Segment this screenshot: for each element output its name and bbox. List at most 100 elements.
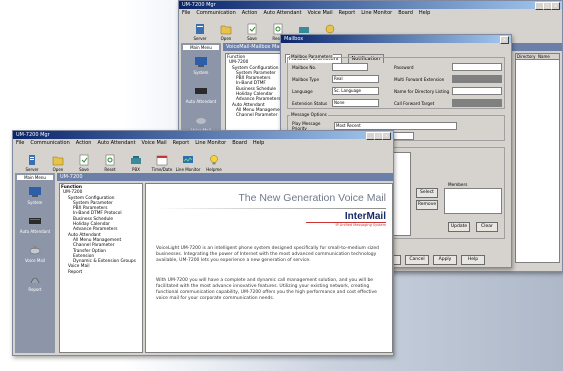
menu-help[interactable]: Help (253, 140, 264, 146)
tb-time-date-button[interactable]: Time/Date (149, 154, 175, 172)
extension-status-label: Extension Status (292, 100, 328, 106)
front-window-title-bar: UM-7200 Mgr _ □ × (13, 131, 393, 140)
front-app-window: UM-7200 Mgr _ □ × File Communication Actio… (12, 130, 394, 356)
back-menu-help[interactable]: Help (419, 10, 430, 16)
back-tb-save[interactable]: Save (239, 23, 265, 41)
intermail-logo: InterMail IP-Unified Messaging System (306, 211, 386, 227)
back-side-auto-attendant[interactable]: Auto Attendant (181, 85, 221, 104)
line-monitor-icon (183, 156, 193, 163)
tb-reset-button[interactable]: Reset (97, 154, 123, 172)
menu-line-monitor[interactable]: Line Monitor (195, 140, 226, 146)
tb-save-label: Save (79, 167, 89, 172)
help-button[interactable]: Help (461, 255, 485, 265)
message-options-label: Message Options (290, 112, 328, 117)
tb-save-button[interactable]: Save (71, 154, 97, 172)
back-menu-bar: File Communication Action Auto Attendant Voi… (179, 9, 562, 17)
tb-helpme-button[interactable]: Helpme (201, 154, 227, 172)
tb-line-monitor-button[interactable]: Line Monitor (175, 154, 201, 172)
language-select[interactable]: Sc. Language (332, 87, 379, 95)
back-col-name[interactable]: Name (538, 54, 559, 59)
banner-divider (154, 208, 386, 209)
back-tree-item[interactable]: Advance Parameters (227, 97, 283, 102)
menu-auto-attendant[interactable]: Auto Attendant (97, 140, 135, 146)
cancel-button[interactable]: Cancel (405, 255, 429, 265)
mailbox-no-field[interactable] (332, 63, 368, 71)
multi-forward-label: Multi Forward Extension (394, 76, 445, 82)
intermail-logo-sub: IP-Unified Messaging System (335, 223, 386, 227)
menu-report[interactable]: Report (173, 140, 190, 146)
tb-pbx-button[interactable]: PBX (123, 154, 149, 172)
back-side-system[interactable]: System (181, 56, 221, 75)
time-date-icon (156, 155, 168, 166)
password-field[interactable] (452, 63, 502, 71)
side-report-button[interactable]: Report (15, 273, 55, 292)
back-menu-board[interactable]: Board (398, 10, 413, 16)
banner-title: The New Generation Voice Mail (238, 192, 386, 204)
front-function-tree[interactable]: Function UM-7200 System Configuration Syst… (59, 183, 143, 353)
report-icon (30, 277, 40, 284)
call-forward-field[interactable] (452, 99, 502, 107)
front-menu-bar: File Communication Action Auto Attendant Voi… (13, 139, 393, 147)
open-icon (52, 156, 64, 166)
front-side-menu-header: Main Menu (17, 175, 53, 180)
system-icon (195, 57, 207, 67)
multi-forward-field[interactable] (452, 75, 502, 83)
back-menu-auto-attendant[interactable]: Auto Attendant (263, 10, 301, 16)
front-close-button[interactable]: × (382, 132, 391, 140)
side-system-button[interactable]: System (15, 186, 55, 205)
remove-button[interactable]: Remove (416, 200, 438, 210)
members-list[interactable] (444, 188, 502, 214)
side-voice-mail-label: Voice Mail (24, 258, 46, 263)
play-message-priority-select[interactable]: Most Recent (334, 122, 457, 130)
back-col-directory[interactable]: Directory (516, 54, 538, 59)
back-menu-communication[interactable]: Communication (196, 10, 235, 16)
back-function-tree[interactable]: Function UM-7200 System Configuration Sy… (225, 53, 285, 133)
front-toolbar: Server Open Save Reset PBX Time/Date Lin… (13, 147, 393, 175)
side-system-label: System (27, 200, 43, 205)
mailbox-dialog-title-bar: Mailbox × (281, 35, 511, 44)
side-auto-attendant-label: Auto Attendant (19, 229, 51, 234)
clear-button[interactable]: Clear (476, 222, 498, 232)
back-tree-item[interactable]: Channel Parameter (227, 113, 283, 118)
mailbox-type-select[interactable]: Real (332, 75, 379, 83)
back-side-system-label: System (193, 70, 209, 75)
tb-pbx-label: PBX (132, 167, 140, 172)
back-close-button[interactable]: × (551, 2, 560, 10)
mailbox-type-label: Mailbox Type (292, 76, 320, 82)
front-header-strip: UM-7200 (57, 173, 393, 181)
tb-server-button[interactable]: Server (19, 154, 45, 172)
back-menu-report[interactable]: Report (339, 10, 356, 16)
menu-voice-mail[interactable]: Voice Mail (142, 140, 167, 146)
menu-action[interactable]: Action (76, 140, 92, 146)
menu-file[interactable]: File (16, 140, 24, 146)
tb-reset-label: Reset (104, 167, 116, 172)
tb-open-button[interactable]: Open (45, 154, 71, 172)
tree-item[interactable]: Report (61, 270, 141, 275)
menu-board[interactable]: Board (232, 140, 247, 146)
tb-helpme-label: Helpme (206, 167, 222, 172)
back-tb-server[interactable]: Server (187, 23, 213, 41)
side-voice-mail-button[interactable]: Voice Mail (15, 244, 55, 263)
intermail-logo-text: InterMail (306, 211, 386, 223)
back-menu-action[interactable]: Action (242, 10, 258, 16)
extension-status-select[interactable]: None (332, 99, 379, 107)
back-directory-list[interactable]: Directory Name (515, 53, 560, 263)
back-menu-voice-mail[interactable]: Voice Mail (308, 10, 333, 16)
back-menu-file[interactable]: File (182, 10, 190, 16)
directory-name-field[interactable] (452, 87, 502, 95)
system-icon (29, 187, 41, 197)
voice-mail-icon (29, 246, 41, 255)
update-button[interactable]: Update (448, 222, 470, 232)
menu-communication[interactable]: Communication (30, 140, 69, 146)
apply-button[interactable]: Apply (433, 255, 457, 265)
mailbox-params-group-label: Mailbox Parameters (290, 54, 334, 59)
side-auto-attendant-button[interactable]: Auto Attendant (15, 215, 55, 234)
tb-open-label: Open (52, 167, 64, 172)
select-button[interactable]: Select (416, 188, 438, 198)
back-tb-open[interactable]: Open (213, 23, 239, 41)
dialog-close-button[interactable]: × (500, 36, 509, 44)
directory-name-label: Name for Directory Listing (394, 88, 450, 94)
back-menu-line-monitor[interactable]: Line Monitor (361, 10, 392, 16)
auto-attendant-icon (195, 88, 207, 94)
mailbox-params-group: Mailbox Parameters Mailbox No. Mailbox T… (287, 54, 505, 109)
